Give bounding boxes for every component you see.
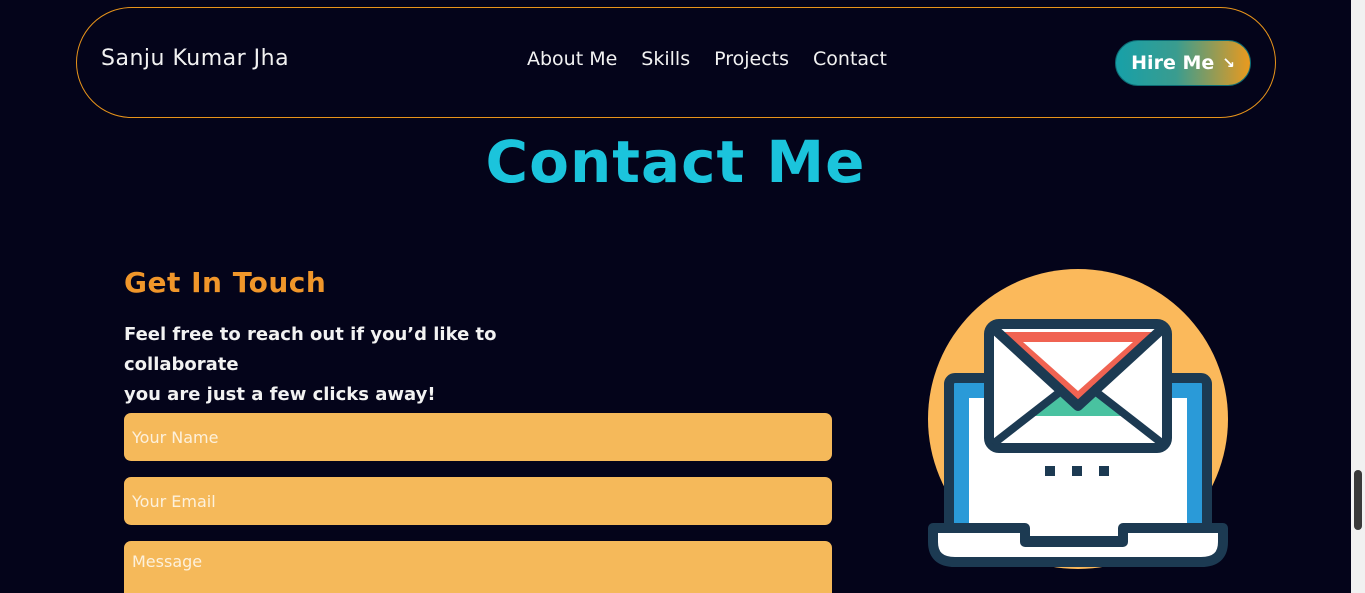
envelope-laptop-icon [925,266,1231,572]
section-title: Contact Me [485,128,866,196]
nav-link-about[interactable]: About Me [527,48,617,70]
intro-line-1: Feel free to reach out if you’d like to … [124,324,497,375]
hire-me-button[interactable]: Hire Me ↘ [1115,40,1251,86]
intro-line-2: you are just a few clicks away! [124,384,436,405]
nav-link-contact[interactable]: Contact [813,48,887,70]
brand-name[interactable]: Sanju Kumar Jha [101,46,289,71]
email-input[interactable] [124,477,832,525]
navbar: Sanju Kumar Jha About Me Skills Projects… [76,7,1276,118]
page: Sanju Kumar Jha About Me Skills Projects… [0,0,1365,593]
scrollbar-thumb[interactable] [1354,470,1362,530]
nav-link-projects[interactable]: Projects [714,48,789,70]
nav-link-skills[interactable]: Skills [641,48,690,70]
name-input[interactable] [124,413,832,461]
hire-me-label: Hire Me [1131,52,1215,74]
scrollbar-track[interactable] [1351,0,1365,593]
nav-links: About Me Skills Projects Contact [527,48,887,70]
intro-text: Feel free to reach out if you’d like to … [124,320,594,410]
message-input[interactable] [124,541,832,593]
get-in-touch-heading: Get In Touch [124,266,327,299]
arrow-down-right-icon: ↘ [1222,54,1235,72]
